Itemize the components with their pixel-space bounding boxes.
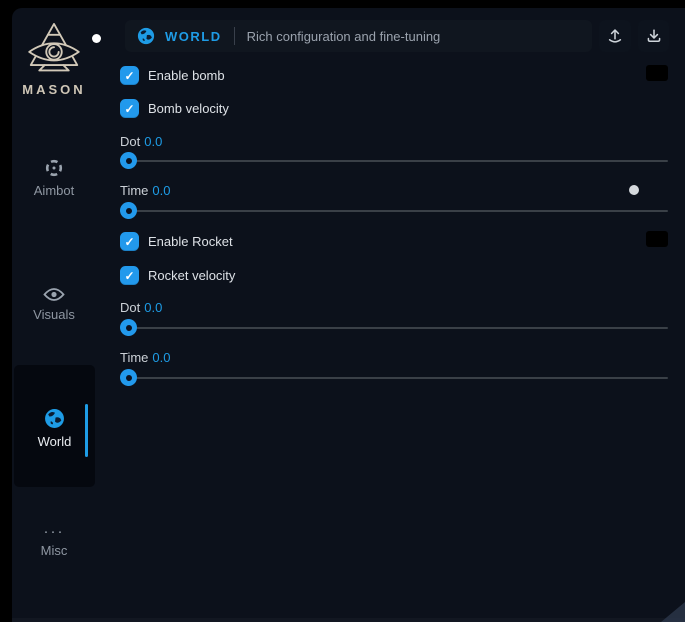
slider-name: Dot (120, 300, 140, 315)
slider-track-bomb-dot[interactable] (120, 160, 668, 162)
mason-logo-icon (23, 20, 85, 76)
toggle-bomb-velocity[interactable]: ✓ Bomb velocity (120, 99, 229, 118)
crosshair-icon (44, 158, 64, 178)
toggle-label: Rocket velocity (148, 268, 235, 283)
upload-icon (606, 27, 624, 45)
rocket-color-swatch[interactable] (646, 231, 668, 247)
cursor-dot (92, 34, 101, 43)
slider-label-bomb-time: Time 0.0 (120, 183, 170, 198)
slider-handle-bomb-time[interactable] (120, 202, 137, 219)
bomb-color-swatch[interactable] (646, 65, 668, 81)
checkbox-checked[interactable]: ✓ (120, 66, 139, 85)
check-icon: ✓ (124, 69, 134, 83)
page-header: WORLD Rich configuration and fine-tuning (125, 20, 592, 52)
toggle-label: Enable bomb (148, 68, 225, 83)
toggle-label: Enable Rocket (148, 234, 233, 249)
sidebar-item-visuals[interactable]: Visuals (12, 287, 96, 322)
window-bottom-edge (12, 618, 685, 622)
sidebar-item-aimbot[interactable]: Aimbot (12, 158, 96, 198)
slider-label-rocket-dot: Dot 0.0 (120, 300, 162, 315)
sidebar-item-world[interactable]: World (14, 365, 95, 487)
sidebar-item-label: Aimbot (12, 183, 96, 198)
slider-name: Dot (120, 134, 140, 149)
slider-name: Time (120, 183, 148, 198)
ellipsis-icon: ··· (12, 526, 96, 538)
toggle-enable-bomb[interactable]: ✓ Enable bomb (120, 66, 225, 85)
app-window: MASON Aimbot Visuals (12, 8, 685, 622)
check-icon: ✓ (124, 235, 134, 249)
slider-value: 0.0 (152, 183, 170, 198)
slider-value: 0.0 (144, 300, 162, 315)
check-icon: ✓ (124, 102, 134, 116)
slider-handle-rocket-time[interactable] (120, 369, 137, 386)
slider-track-rocket-dot[interactable] (120, 327, 668, 329)
sidebar-item-label: Visuals (12, 307, 96, 322)
slider-handle-bomb-dot[interactable] (120, 152, 137, 169)
brand-name: MASON (12, 82, 96, 97)
sidebar-item-label: Misc (12, 543, 96, 558)
slider-track-rocket-time[interactable] (120, 377, 668, 379)
toggle-enable-rocket[interactable]: ✓ Enable Rocket (120, 232, 233, 251)
slider-name: Time (120, 350, 148, 365)
header-divider (234, 27, 235, 45)
active-tab-indicator (85, 404, 88, 457)
slider-value: 0.0 (152, 350, 170, 365)
page-title: WORLD (165, 29, 222, 44)
checkbox-checked[interactable]: ✓ (120, 232, 139, 251)
page-subtitle: Rich configuration and fine-tuning (247, 29, 441, 44)
eye-icon (43, 287, 65, 302)
slider-value: 0.0 (144, 134, 162, 149)
toggle-rocket-velocity[interactable]: ✓ Rocket velocity (120, 266, 235, 285)
download-icon (645, 27, 663, 45)
slider-track-bomb-time[interactable] (120, 210, 668, 212)
cursor-dot (629, 185, 639, 195)
toggle-label: Bomb velocity (148, 101, 229, 116)
upload-config-button[interactable] (599, 20, 631, 52)
sidebar-item-misc[interactable]: ··· Misc (12, 526, 96, 558)
slider-label-bomb-dot: Dot 0.0 (120, 134, 162, 149)
slider-label-rocket-time: Time 0.0 (120, 350, 170, 365)
globe-icon (137, 27, 155, 45)
checkbox-checked[interactable]: ✓ (120, 266, 139, 285)
sidebar-item-label: World (14, 434, 95, 449)
checkbox-checked[interactable]: ✓ (120, 99, 139, 118)
slider-handle-rocket-dot[interactable] (120, 319, 137, 336)
screen: MASON Aimbot Visuals (0, 0, 685, 622)
globe-icon (44, 408, 65, 429)
download-config-button[interactable] (638, 20, 669, 52)
check-icon: ✓ (124, 269, 134, 283)
